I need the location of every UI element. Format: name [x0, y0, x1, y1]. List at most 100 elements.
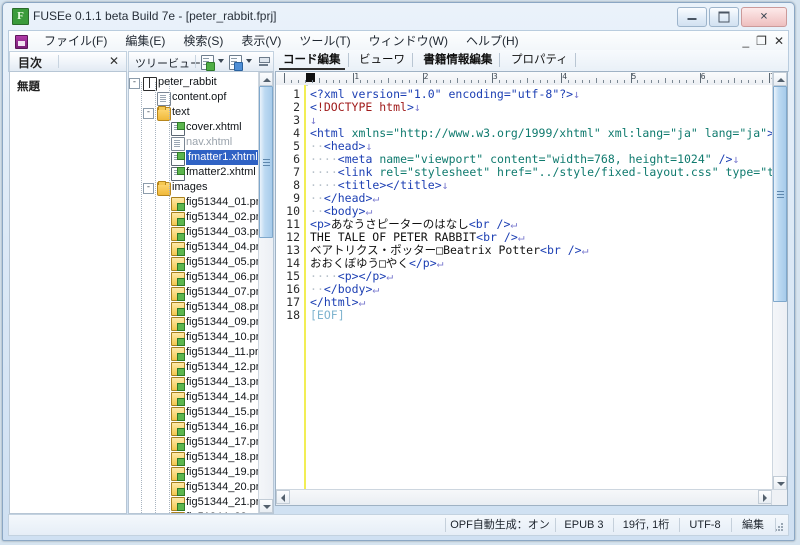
tree-node[interactable]: fig51344_12.png — [129, 360, 259, 376]
editor-tab-1[interactable]: ビューワ — [351, 50, 413, 71]
tree-node[interactable]: - text — [129, 105, 259, 121]
tree-node-label: fig51344_04.png — [186, 241, 259, 253]
status-cell-3: UTF-8 — [689, 519, 721, 531]
status-divider — [445, 518, 446, 532]
tree-node[interactable]: - images — [129, 180, 259, 196]
close-button[interactable]: ✕ — [741, 7, 787, 27]
menu-item-0[interactable]: ファイル(F) — [35, 31, 116, 52]
editor-tab-2[interactable]: 書籍情報編集 — [415, 50, 501, 71]
code-line: [EOF] — [310, 308, 345, 322]
editor-vertical-scrollbar[interactable] — [772, 72, 787, 490]
tree-node[interactable]: fig51344_20.png — [129, 480, 259, 496]
tree-node[interactable]: fig51344_04.png — [129, 240, 259, 256]
tree-node-label: fig51344_05.png — [186, 256, 259, 268]
tree-node-label: fig51344_07.png — [186, 286, 259, 298]
import-document-button[interactable] — [229, 55, 243, 71]
ruler-tick — [512, 80, 514, 83]
tree-node[interactable]: fig51344_13.png — [129, 375, 259, 391]
editor-horizontal-scrollbar[interactable] — [276, 489, 772, 505]
editor-tab-bar: コード編集 ビューワ 書籍情報編集 プロパティ — [275, 50, 788, 71]
scroll-left-arrow-icon[interactable] — [276, 490, 290, 504]
toc-item[interactable]: 無題 — [17, 78, 40, 94]
ruler-tick — [581, 80, 583, 83]
tree-node[interactable]: - peter_rabbit — [129, 75, 259, 91]
add-document-button[interactable] — [201, 55, 215, 71]
code-text-area[interactable]: <?xml version="1.0" encoding="utf-8"?>↓ <… — [308, 85, 772, 490]
status-divider — [555, 518, 556, 532]
scroll-right-arrow-icon[interactable] — [758, 490, 772, 504]
xhtml-icon — [171, 152, 185, 166]
ruler-tick — [401, 80, 403, 83]
maximize-button[interactable] — [709, 7, 739, 27]
ruler-tick — [533, 80, 535, 83]
tree-node[interactable]: fig51344_19.png — [129, 465, 259, 481]
tree-node[interactable]: fmatter1.xhtml — [129, 150, 259, 166]
tree-expander-icon[interactable]: - — [129, 78, 140, 89]
tree-node[interactable]: fig51344_21.png — [129, 495, 259, 511]
tree-node[interactable]: fig51344_11.png — [129, 345, 259, 361]
code-editor[interactable]: 1234567 123456789101112131415161718 <?xm… — [275, 71, 788, 506]
tree-node[interactable]: fig51344_07.png — [129, 285, 259, 301]
tree-node[interactable]: fig51344_02.png — [129, 210, 259, 226]
import-document-chevron-down-icon[interactable] — [246, 59, 252, 63]
scroll-thumb[interactable] — [773, 86, 787, 302]
tree-node-label: fig51344_13.png — [186, 376, 259, 388]
toolbar-overflow-icon[interactable] — [259, 57, 270, 67]
menu-item-6[interactable]: ヘルプ(H) — [457, 31, 528, 52]
tree-node[interactable]: fig51344_05.png — [129, 255, 259, 271]
tree-node[interactable]: fig51344_14.png — [129, 390, 259, 406]
tree-node[interactable]: content.opf — [129, 90, 259, 106]
tree-node[interactable]: fig51344_10.png — [129, 330, 259, 346]
tree-node[interactable]: fig51344_09.png — [129, 315, 259, 331]
mdi-restore-button[interactable]: ❐ — [756, 33, 767, 49]
menu-item-1[interactable]: 編集(E) — [116, 31, 174, 52]
ruler-tick — [332, 80, 334, 83]
ruler-number: 1 — [354, 72, 360, 81]
window-title: FUSEe 0.1.1 beta Build 7e - [peter_rabbi… — [33, 9, 277, 23]
tree-guide-line — [169, 82, 171, 513]
menu-item-3[interactable]: 表示(V) — [232, 31, 290, 52]
tree-node[interactable]: fig51344_08.png — [129, 300, 259, 316]
ruler-tick — [339, 80, 341, 83]
tree-node[interactable]: fig51344_15.png — [129, 405, 259, 421]
mdi-close-button[interactable]: ✕ — [774, 33, 784, 49]
tree-expander-icon[interactable]: - — [143, 183, 154, 194]
editor-tab-3[interactable]: プロパティ — [503, 50, 576, 71]
tree-expander-icon[interactable]: - — [143, 108, 154, 119]
menu-item-2[interactable]: 検索(S) — [174, 31, 232, 52]
tree-node[interactable]: fig51344_18.png — [129, 450, 259, 466]
ruler-tick — [284, 73, 285, 83]
tree-node[interactable]: fmatter2.xhtml — [129, 165, 259, 181]
png-icon — [171, 227, 185, 241]
editor-ruler: 1234567 — [276, 72, 772, 86]
ruler-tick — [381, 80, 383, 83]
tree-node[interactable]: nav.xhtml — [129, 135, 259, 151]
scroll-up-arrow-icon[interactable] — [259, 72, 273, 86]
tree-vertical-scrollbar[interactable] — [258, 72, 273, 513]
menu-item-5[interactable]: ウィンドウ(W) — [360, 31, 457, 52]
mdi-minimize-button[interactable]: _ — [742, 33, 749, 49]
toc-panel-close-icon[interactable]: ✕ — [109, 54, 119, 68]
ruler-tick — [374, 80, 376, 83]
tree-node[interactable]: fig51344_17.png — [129, 435, 259, 451]
minimize-button[interactable] — [677, 7, 707, 27]
menu-item-4[interactable]: ツール(T) — [290, 31, 359, 52]
tree-node[interactable]: fig51344_01.png — [129, 195, 259, 211]
tree-node[interactable]: fig51344_22.png — [129, 510, 259, 513]
add-document-chevron-down-icon[interactable] — [218, 59, 224, 63]
tree-node-label: fig51344_16.png — [186, 421, 259, 433]
file-tree-panel[interactable]: - peter_rabbit content.opf - text cover.xhtml… — [128, 71, 274, 514]
editor-tab-0[interactable]: コード編集 — [275, 50, 349, 71]
tree-node[interactable]: fig51344_16.png — [129, 420, 259, 436]
scroll-up-arrow-icon[interactable] — [773, 72, 787, 86]
png-icon — [171, 407, 185, 421]
tree-node[interactable]: fig51344_06.png — [129, 270, 259, 286]
scroll-thumb[interactable] — [259, 86, 273, 238]
scroll-down-arrow-icon[interactable] — [259, 499, 273, 513]
png-icon — [171, 257, 185, 271]
scroll-down-arrow-icon[interactable] — [773, 476, 787, 490]
tree-node[interactable]: cover.xhtml — [129, 120, 259, 136]
tree-node[interactable]: fig51344_03.png — [129, 225, 259, 241]
tree-panel-title: ツリービュー — [135, 58, 201, 70]
ruler-tick — [720, 80, 722, 83]
